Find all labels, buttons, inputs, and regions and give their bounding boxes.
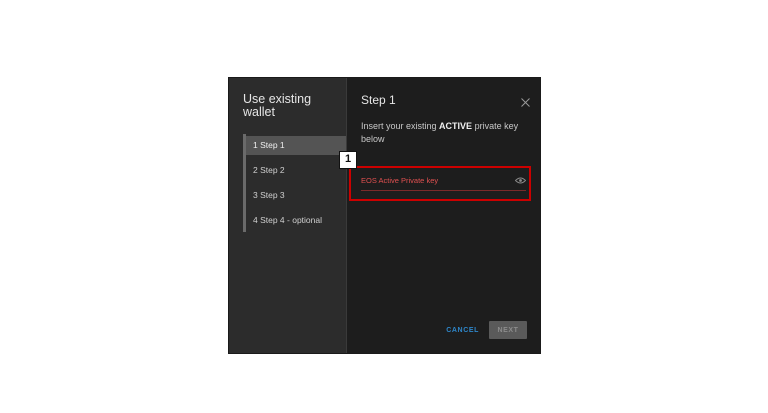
close-icon (521, 98, 530, 107)
instruction-text-bold: ACTIVE (439, 121, 473, 131)
wizard-content: Step 1 Insert your existing ACTIVE priva… (346, 78, 540, 353)
sidebar-title: Use existing wallet (243, 92, 312, 119)
annotation-highlight-box (349, 166, 531, 201)
next-button[interactable]: NEXT (489, 321, 527, 339)
close-button[interactable] (521, 94, 530, 107)
step-list: 1 Step 1 2 Step 2 3 Step 3 4 Step 4 - op… (243, 134, 349, 232)
step-item-3[interactable]: 3 Step 3 (246, 186, 349, 205)
annotation-marker: 1 (339, 151, 357, 169)
wizard-sidebar: Use existing wallet 1 Step 1 2 Step 2 3 … (229, 78, 349, 353)
step-instructions: Insert your existing ACTIVE private key … (361, 120, 526, 146)
wizard-actions: CANCEL NEXT (446, 321, 527, 339)
instruction-text-pre: Insert your existing (361, 121, 440, 131)
step-item-4[interactable]: 4 Step 4 - optional (246, 211, 349, 230)
cancel-button[interactable]: CANCEL (446, 327, 479, 334)
step-item-1[interactable]: 1 Step 1 (246, 136, 349, 155)
step-title: Step 1 (361, 93, 396, 107)
screenshot-stage: Use existing wallet 1 Step 1 2 Step 2 3 … (0, 0, 768, 413)
wallet-modal: Use existing wallet 1 Step 1 2 Step 2 3 … (229, 78, 540, 353)
step-item-2[interactable]: 2 Step 2 (246, 161, 349, 180)
